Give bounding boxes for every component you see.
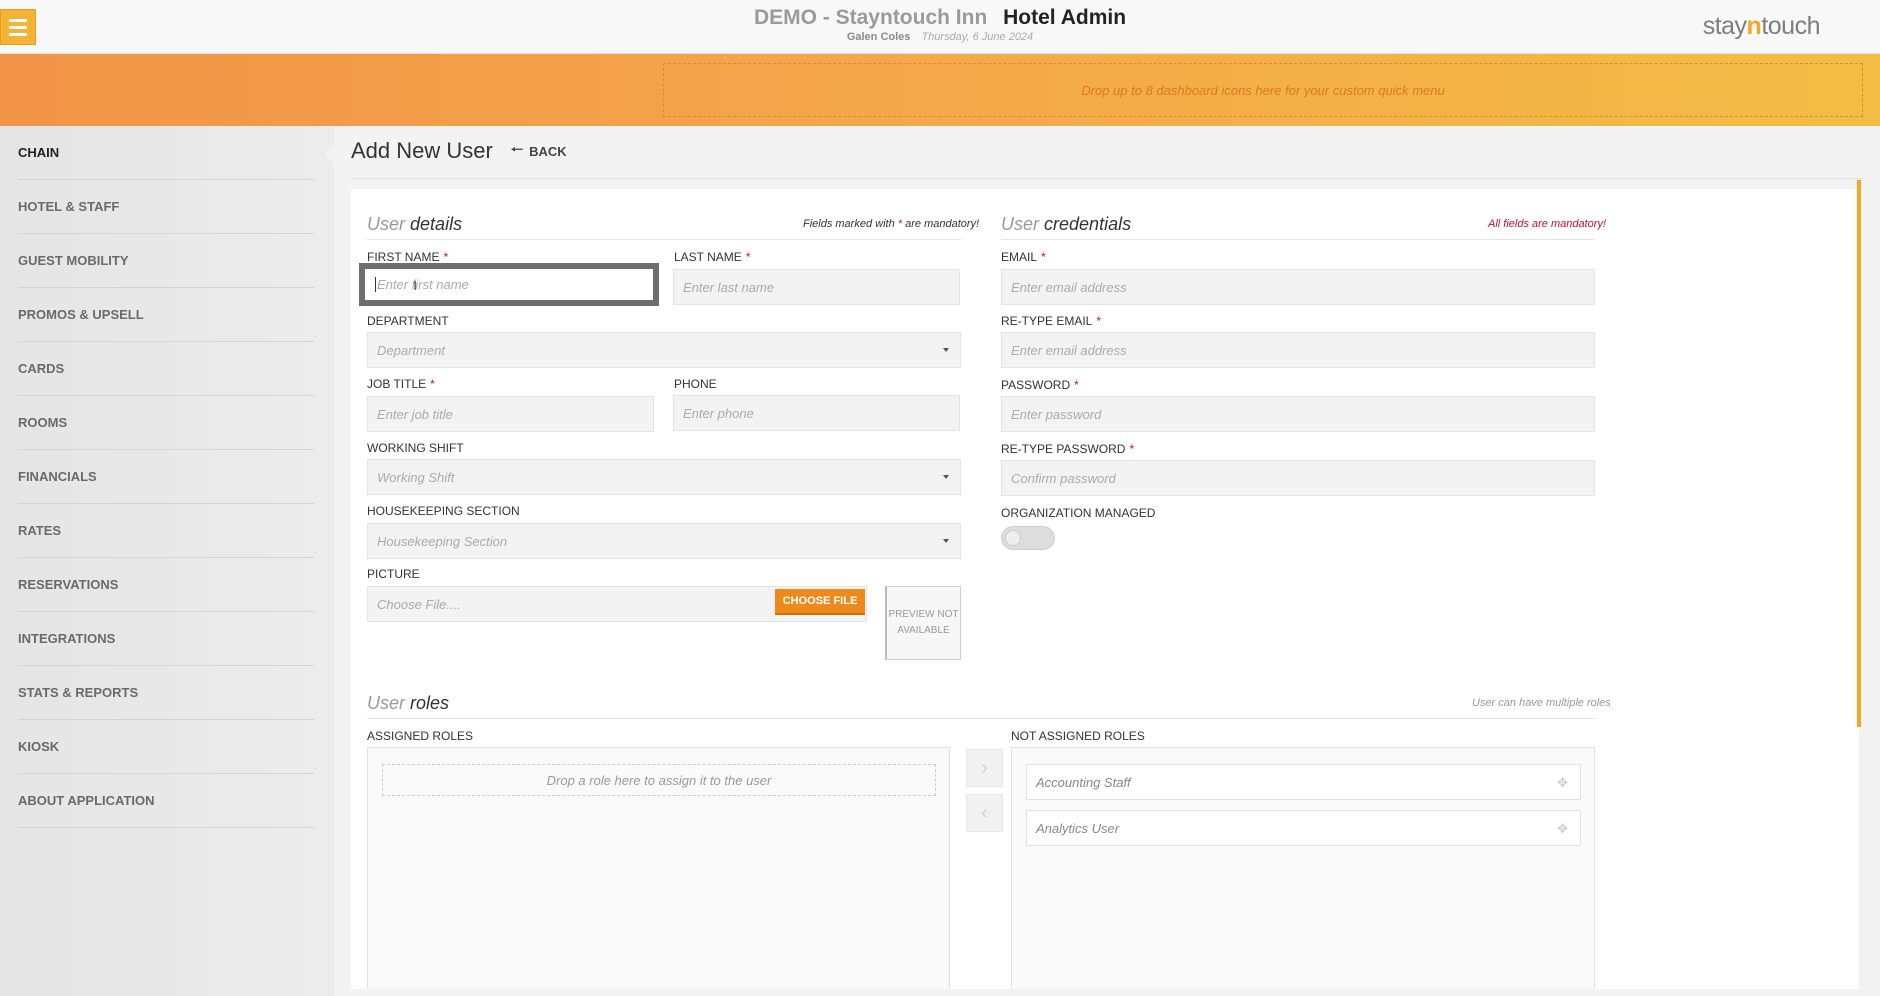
add-user-form: User details Fields marked with * are ma… [351,189,1859,989]
not-assigned-roles-list[interactable]: Accounting Staff ✥ Analytics User ✥ [1011,747,1595,989]
retype-email-label: RE-TYPE EMAIL * [1001,314,1102,328]
assigned-roles-list[interactable]: Drop a role here to assign it to the use… [367,747,950,989]
unassign-role-button[interactable]: ‹ [966,794,1003,832]
hotel-name: DEMO - Stayntouch Inn [753,6,988,29]
back-button[interactable]: 🠐 BACK [511,139,567,163]
chevron-down-icon [943,539,949,543]
department-select[interactable]: Department [367,332,961,368]
user-credentials-title: User credentials [1001,214,1132,234]
sidebar: CHAIN HOTEL & STAFF GUEST MOBILITY PROMOS &… [0,126,334,996]
divider [1001,239,1595,240]
first-name-input[interactable]: Enter first name I [359,263,659,306]
working-shift-label: WORKING SHIFT [367,441,464,455]
divider [367,718,1595,719]
sidebar-item-integrations[interactable]: INTEGRATIONS [18,612,314,666]
quick-menu-band: Drop up to 8 dashboard icons here for yo… [0,54,1880,126]
retype-password-input[interactable]: Confirm password [1001,460,1595,496]
page-title: Add New User [351,138,493,163]
assigned-roles-dropzone[interactable]: Drop a role here to assign it to the use… [382,764,936,796]
divider [367,239,961,240]
role-name: Accounting Staff [1036,774,1131,790]
user-details-title: User details [367,214,463,234]
chevron-right-icon: › [981,756,988,779]
scrollbar[interactable] [1857,180,1861,727]
business-date: Thursday, 6 June 2024 [921,31,1034,43]
sidebar-item-guest-mobility[interactable]: GUEST MOBILITY [18,234,314,288]
chevron-down-icon [943,348,949,352]
sidebar-item-rooms[interactable]: ROOMS [18,396,314,450]
phone-label: PHONE [674,377,717,391]
sidebar-item-cards[interactable]: CARDS [18,342,314,396]
first-name-label: FIRST NAME * [367,250,449,264]
drag-handle-icon[interactable]: ✥ [1557,821,1568,837]
chevron-left-icon: ‹ [981,801,988,824]
chevron-down-icon [943,475,949,479]
sidebar-item-kiosk[interactable]: KIOSK [18,720,314,774]
retype-password-label: RE-TYPE PASSWORD * [1001,442,1135,456]
department-label: DEPARTMENT [367,314,449,328]
mandatory-note: Fields marked with * are mandatory! [803,218,980,230]
sidebar-item-promos-upsell[interactable]: PROMOS & UPSELL [18,288,314,342]
drag-handle-icon[interactable]: ✥ [1557,775,1568,791]
phone-input[interactable]: Enter phone [673,395,960,431]
back-label: BACK [529,143,567,159]
assigned-roles-label: ASSIGNED ROLES [367,729,474,743]
sidebar-item-about-application[interactable]: ABOUT APPLICATION [18,774,314,828]
sidebar-item-hotel-staff[interactable]: HOTEL & STAFF [18,180,314,234]
top-header: DEMO - Stayntouch Inn Hotel Admin Galen … [0,0,1880,54]
housekeeping-label: HOUSEKEEPING SECTION [367,504,520,518]
working-shift-select[interactable]: Working Shift [367,459,961,495]
role-name: Analytics User [1036,820,1120,836]
user-roles-title: User roles [367,693,450,713]
app-title: Hotel Admin [1003,6,1127,29]
quick-menu-dropzone[interactable]: Drop up to 8 dashboard icons here for yo… [663,63,1863,117]
roles-note: User can have multiple roles [1472,697,1611,709]
divider [351,178,1863,179]
sidebar-item-reservations[interactable]: RESERVATIONS [18,558,314,612]
picture-label: PICTURE [367,567,420,581]
choose-file-button[interactable]: CHOOSE FILE [775,589,865,615]
housekeeping-section-select[interactable]: Housekeeping Section [367,523,961,559]
email-label: EMAIL * [1001,250,1046,264]
sidebar-item-stats-reports[interactable]: STATS & REPORTS [18,666,314,720]
retype-email-input[interactable]: Enter email address [1001,332,1595,368]
toggle-knob [1005,530,1021,546]
last-name-label: LAST NAME * [674,250,751,264]
email-input[interactable]: Enter email address [1001,269,1595,305]
stayntouch-logo: stayntouch [1702,12,1821,40]
organization-managed-label: ORGANIZATION MANAGED [1001,506,1156,520]
password-input[interactable]: Enter password [1001,396,1595,432]
last-name-input[interactable]: Enter last name [673,269,960,305]
picture-preview: PREVIEW NOT AVAILABLE [885,586,961,660]
header-title-block: DEMO - Stayntouch Inn Hotel Admin Galen … [0,6,1880,43]
main-content: Add New User 🠐 BACK User details Fields … [334,126,1880,996]
sidebar-item-rates[interactable]: RATES [18,504,314,558]
back-arrow-icon: 🠐 [510,141,524,157]
sidebar-item-chain[interactable]: CHAIN [18,126,334,180]
role-item[interactable]: Analytics User ✥ [1026,810,1581,846]
assign-role-button[interactable]: › [966,749,1003,787]
text-caret [375,277,376,292]
credentials-mandatory-note: All fields are mandatory! [1488,218,1606,230]
not-assigned-roles-label: NOT ASSIGNED ROLES [1011,729,1145,743]
job-title-input[interactable]: Enter job title [367,396,654,432]
password-label: PASSWORD * [1001,378,1079,392]
sidebar-nav: CHAIN HOTEL & STAFF GUEST MOBILITY PROMOS &… [0,126,334,828]
user-name: Galen Coles [846,31,911,43]
role-item[interactable]: Accounting Staff ✥ [1026,764,1581,800]
job-title-label: JOB TITLE * [367,377,435,391]
organization-managed-toggle[interactable] [1001,526,1055,550]
sidebar-item-financials[interactable]: FINANCIALS [18,450,314,504]
i-beam-cursor-icon: I [413,278,417,293]
